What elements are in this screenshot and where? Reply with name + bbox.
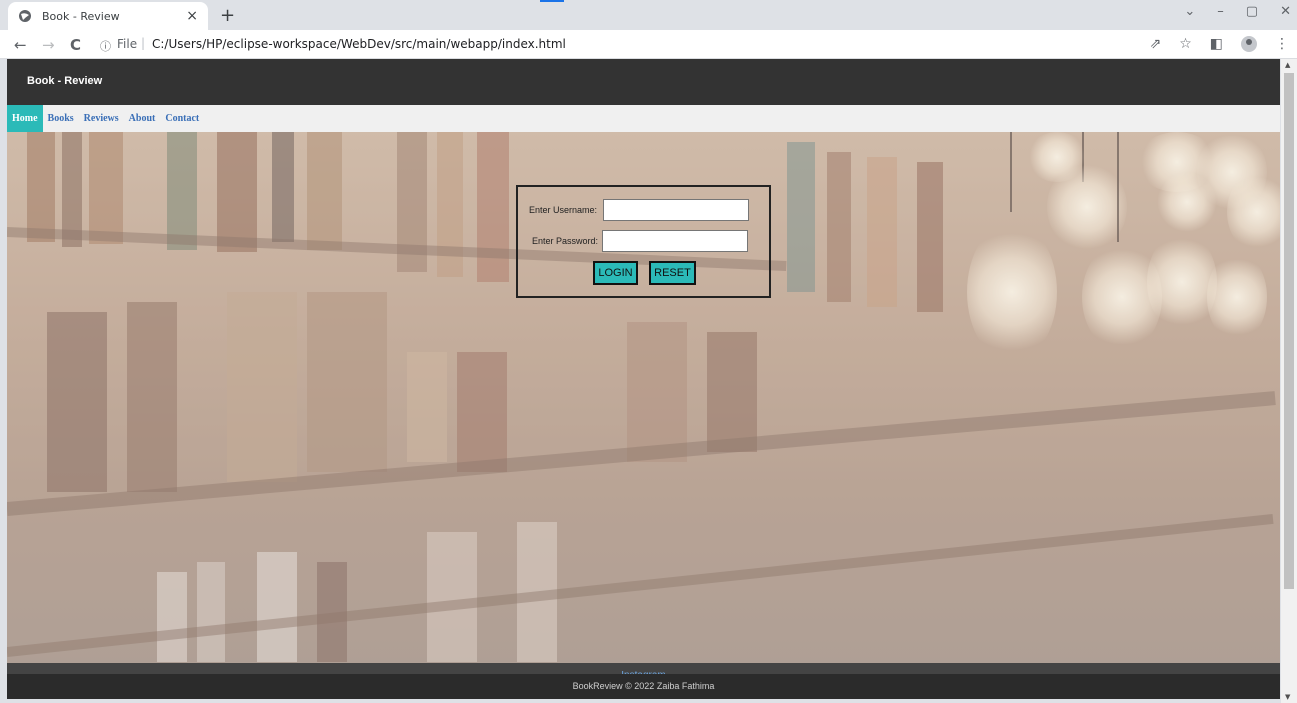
browser-tab[interactable]: Book - Review ×: [8, 2, 208, 30]
tab-search-icon[interactable]: ⌄: [1184, 4, 1195, 19]
page-scrollbar[interactable]: ▲ ▼: [1281, 59, 1297, 703]
copyright-text: BookReview © 2022 Zaiba Fathima: [572, 681, 715, 691]
page-viewport: Book - Review Home Books Reviews About C…: [7, 59, 1280, 699]
scroll-down-arrow-icon[interactable]: ▼: [1285, 693, 1290, 701]
share-icon[interactable]: ⇗: [1149, 36, 1161, 52]
password-row: Enter Password:: [532, 230, 749, 252]
url-input[interactable]: C:/Users/HP/eclipse-workspace/WebDev/src…: [152, 37, 566, 51]
username-row: Enter Username:: [529, 199, 750, 221]
footer: BookReview © 2022 Zaiba Fathima: [7, 674, 1280, 699]
browser-tabbar: Book - Review × + ⌄ – ▢ ✕: [0, 0, 1297, 30]
forward-icon[interactable]: →: [42, 36, 55, 54]
url-scheme-label: File: [117, 37, 138, 51]
scroll-up-arrow-icon[interactable]: ▲: [1285, 61, 1290, 69]
side-panel-icon[interactable]: ◧: [1210, 36, 1223, 52]
tab-title: Book - Review: [42, 9, 120, 23]
new-tab-button[interactable]: +: [220, 5, 235, 26]
address-bar: ← → C ⓘ File | C:/Users/HP/eclipse-works…: [0, 30, 1297, 59]
restore-icon[interactable]: ▢: [1246, 4, 1258, 19]
loading-indicator: [540, 0, 564, 2]
site-navbar: Home Books Reviews About Contact: [7, 105, 1280, 132]
close-window-icon[interactable]: ✕: [1280, 4, 1291, 19]
reset-button[interactable]: RESET: [649, 261, 696, 285]
login-button[interactable]: LOGIN: [593, 261, 638, 285]
footer-links: Instagram: [7, 663, 1280, 681]
username-input[interactable]: [603, 199, 750, 221]
password-input[interactable]: [602, 230, 749, 252]
nav-books-link[interactable]: Books: [43, 105, 79, 132]
site-brand: Book - Review: [27, 75, 103, 87]
globe-icon: [19, 10, 31, 22]
scrollbar-thumb[interactable]: [1284, 73, 1294, 589]
minimize-icon[interactable]: –: [1217, 4, 1224, 19]
password-label: Enter Password:: [532, 236, 599, 246]
site-header: Book - Review: [7, 59, 1280, 105]
nav-reviews-link[interactable]: Reviews: [79, 105, 124, 132]
username-label: Enter Username:: [529, 205, 598, 215]
reload-icon[interactable]: C: [70, 36, 81, 54]
login-form: Enter Username: Enter Password: LOGIN RE…: [516, 185, 771, 298]
site-info-icon[interactable]: ⓘ: [100, 38, 111, 54]
url-separator: |: [141, 36, 146, 50]
menu-kebab-icon[interactable]: ⋮: [1275, 36, 1289, 52]
toolbar-icons: ⇗ ☆ ◧ ⋮: [1149, 36, 1289, 52]
window-controls: ⌄ – ▢ ✕: [1184, 4, 1291, 19]
nav-contact-link[interactable]: Contact: [160, 105, 204, 132]
profile-avatar-icon[interactable]: [1241, 36, 1257, 52]
tab-close-icon[interactable]: ×: [186, 8, 198, 24]
back-icon[interactable]: ←: [14, 36, 27, 54]
bookmark-star-icon[interactable]: ☆: [1179, 36, 1192, 52]
nav-home-link[interactable]: Home: [7, 105, 43, 132]
nav-about-link[interactable]: About: [124, 105, 161, 132]
